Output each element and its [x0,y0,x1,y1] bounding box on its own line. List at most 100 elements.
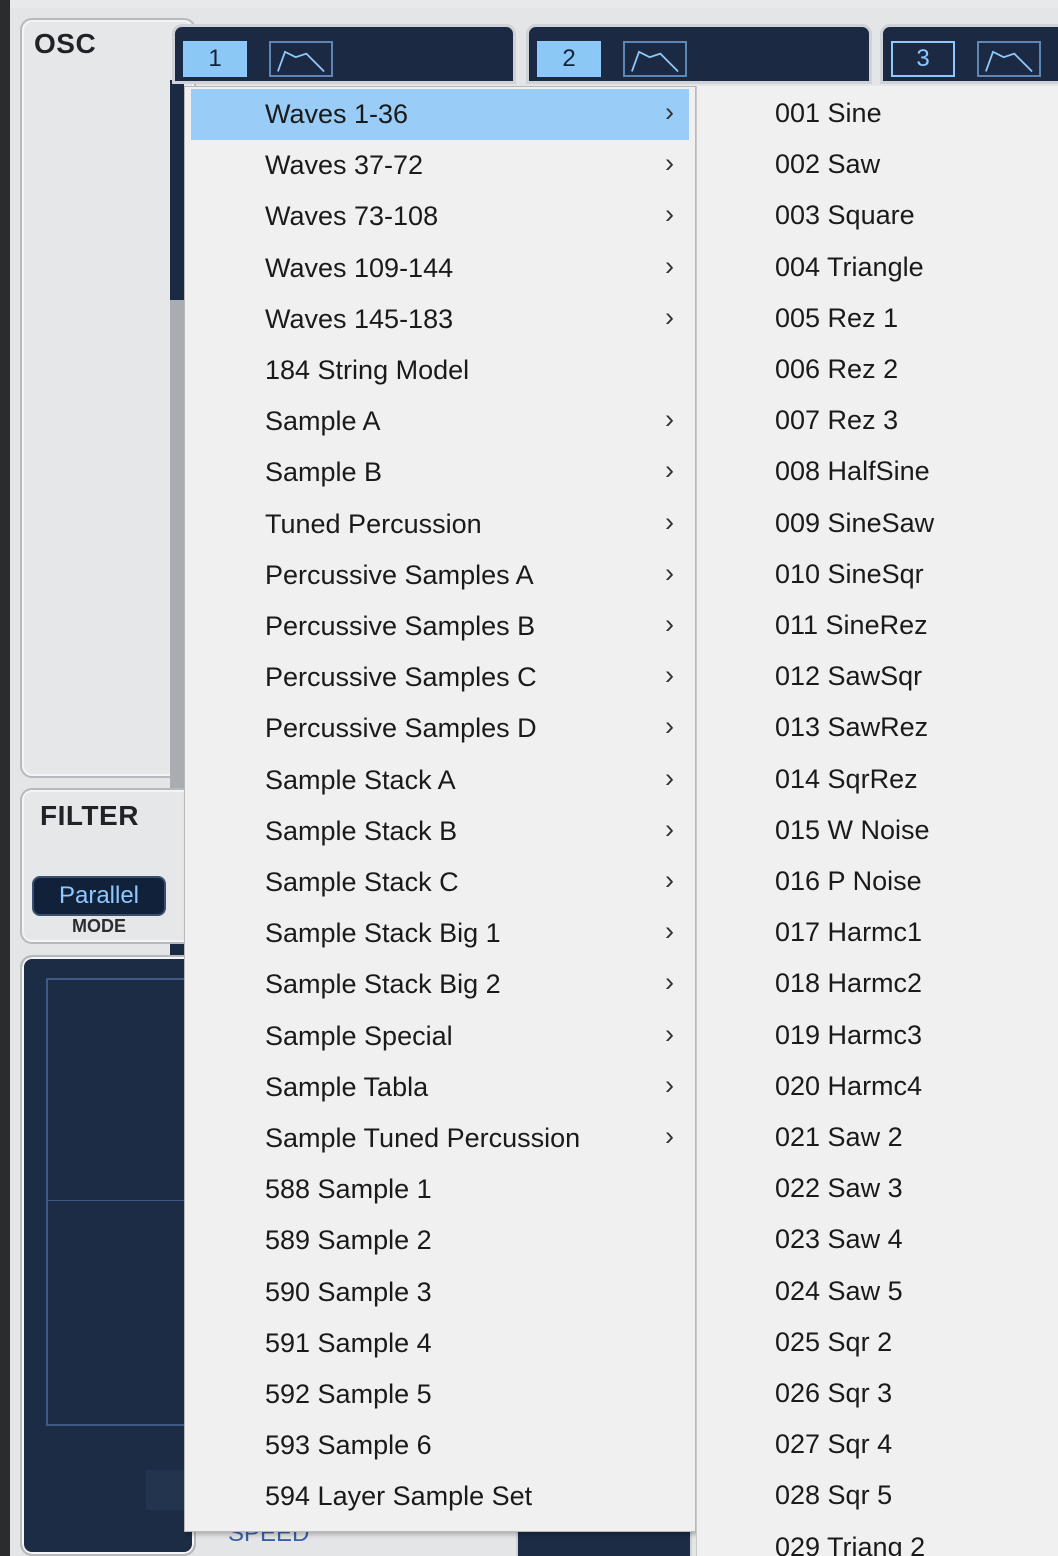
submenu-item[interactable]: 029 Triang 2 [775,1532,925,1556]
submenu-arrow-icon: › [665,97,674,127]
submenu-item[interactable]: 015 W Noise [775,815,930,866]
waveform-icon[interactable] [623,41,687,77]
menu-item-label: 594 Layer Sample Set [265,1481,533,1512]
menu-item-label: Sample Stack A [265,764,456,795]
menu-item[interactable]: Sample B › [191,447,689,498]
submenu-item[interactable]: 018 Harmc2 [775,968,922,1019]
submenu-item[interactable]: 006 Rez 2 [775,354,898,405]
menu-item[interactable]: Waves 37-72 › [191,140,689,191]
osc-1-number-button[interactable]: 1 [183,41,247,77]
submenu-item[interactable]: 011 SineRez [775,610,928,661]
menu-item[interactable]: Sample Tabla › [191,1062,689,1113]
menu-item-label: Waves 145-183 [265,303,454,334]
menu-item[interactable]: Sample A › [191,396,689,447]
menu-item-label: 592 Sample 5 [265,1379,432,1409]
menu-item-label: Sample B [265,457,383,488]
submenu-item[interactable]: 004 Triangle [775,252,924,303]
submenu-item[interactable]: 008 HalfSine [775,456,930,507]
submenu-item[interactable]: 022 Saw 3 [775,1173,903,1224]
menu-item[interactable]: Sample Stack Big 1 › [191,908,689,959]
submenu-item[interactable]: 026 Sqr 3 [775,1378,892,1429]
submenu-item[interactable]: 007 Rez 3 [775,405,898,456]
filter-mode-button[interactable]: Parallel [32,876,166,916]
menu-item[interactable]: Percussive Samples C › [191,652,689,703]
menu-item[interactable]: Waves 109-144 › [191,243,689,294]
submenu-item[interactable]: 017 Harmc1 [775,917,922,968]
osc-tab-1[interactable]: 1 [172,24,516,84]
menu-item[interactable]: Sample Tuned Percussion › [191,1113,689,1164]
menu-item[interactable]: 593 Sample 6 [191,1420,689,1471]
menu-item[interactable]: Percussive Samples B › [191,601,689,652]
menu-item[interactable]: 184 String Model [191,345,689,396]
menu-item[interactable]: Waves 1-36 › [191,89,689,140]
submenu-item[interactable]: 027 Sqr 4 [775,1429,892,1480]
waves-1-36-submenu: 001 Sine 002 Saw 003 Square 004 Triangle 005… [696,86,1058,1556]
submenu-item[interactable]: 012 SawSqr [775,661,922,712]
submenu-arrow-icon: › [665,455,674,486]
menu-item[interactable]: Tuned Percussion › [191,499,689,550]
submenu-item[interactable]: 013 SawRez [775,712,928,763]
menu-item[interactable]: Percussive Samples A › [191,550,689,601]
menu-item-label: Percussive Samples A [265,559,534,590]
submenu-arrow-icon: › [665,557,674,588]
submenu-item[interactable]: 024 Saw 5 [775,1276,903,1327]
menu-item[interactable]: Sample Stack Big 2 › [191,959,689,1010]
menu-item-label: Waves 109-144 [265,252,454,283]
menu-item[interactable]: Sample Stack C › [191,857,689,908]
submenu-item[interactable]: 002 Saw [775,149,880,200]
submenu-item[interactable]: 010 SineSqr [775,559,924,610]
osc-tab-3[interactable]: 3 [880,24,1058,84]
menu-item[interactable]: Sample Special › [191,1011,689,1062]
menu-item-label: Percussive Samples D [265,713,537,744]
submenu-item[interactable]: 021 Saw 2 [775,1122,903,1173]
menu-item-label: Tuned Percussion [265,508,482,539]
submenu-arrow-icon: › [665,404,674,435]
submenu-arrow-icon: › [665,148,674,179]
waveform-icon[interactable] [269,41,333,77]
menu-item[interactable]: Percussive Samples D › [191,703,689,754]
menu-item[interactable]: Waves 145-183 › [191,294,689,345]
menu-item-label: Waves 37-72 [265,150,424,181]
submenu-arrow-icon: › [665,660,674,691]
submenu-arrow-icon: › [665,865,674,895]
menu-item[interactable]: 588 Sample 1 [191,1164,689,1215]
submenu-arrow-icon: › [665,609,674,639]
submenu-arrow-icon: › [665,711,674,742]
lfo-display [46,978,196,1426]
menu-item[interactable]: 591 Sample 4 [191,1318,689,1369]
submenu-item[interactable]: 025 Sqr 2 [775,1327,892,1378]
filter-section-title: FILTER [40,800,139,831]
submenu-item[interactable]: 003 Square [775,200,915,251]
menu-item[interactable]: Waves 73-108 › [191,191,689,242]
menu-item-label: Waves 73-108 [265,201,439,232]
osc-3-number-button[interactable]: 3 [891,41,955,77]
menu-item-label: Sample Tabla [265,1071,429,1102]
menu-item[interactable]: 592 Sample 5 [191,1369,689,1420]
waveform-icon[interactable] [977,41,1041,77]
osc-tab-2[interactable]: 2 [526,24,872,84]
submenu-item[interactable]: 023 Saw 4 [775,1224,903,1275]
menu-item[interactable]: Sample Stack B › [191,806,689,857]
submenu-item[interactable]: 001 Sine [775,98,882,149]
submenu-item[interactable]: 009 SineSaw [775,508,934,559]
menu-item[interactable]: Sample Stack A › [191,755,689,806]
submenu-arrow-icon: › [665,199,674,230]
menu-item[interactable]: 589 Sample 2 [191,1215,689,1266]
submenu-item[interactable]: 016 P Noise [775,866,922,917]
menu-item-label: 589 Sample 2 [265,1225,432,1256]
submenu-arrow-icon: › [665,916,674,947]
osc-section-title: OSC [34,28,97,59]
menu-item[interactable]: 594 Layer Sample Set [191,1471,689,1522]
submenu-item[interactable]: 028 Sqr 5 [775,1480,892,1531]
osc-2-number-button[interactable]: 2 [537,41,601,77]
submenu-arrow-icon: › [665,250,674,281]
menu-item-label: Sample A [265,406,381,437]
submenu-item[interactable]: 005 Rez 1 [775,303,898,354]
lfo-control[interactable] [146,1470,186,1510]
submenu-item[interactable]: 019 Harmc3 [775,1020,922,1071]
menu-item[interactable]: 590 Sample 3 [191,1267,689,1318]
submenu-item[interactable]: 020 Harmc4 [775,1071,922,1122]
submenu-item[interactable]: 014 SqrRez [775,764,918,815]
submenu-arrow-icon: › [665,1018,674,1049]
submenu-arrow-icon: › [665,506,674,537]
